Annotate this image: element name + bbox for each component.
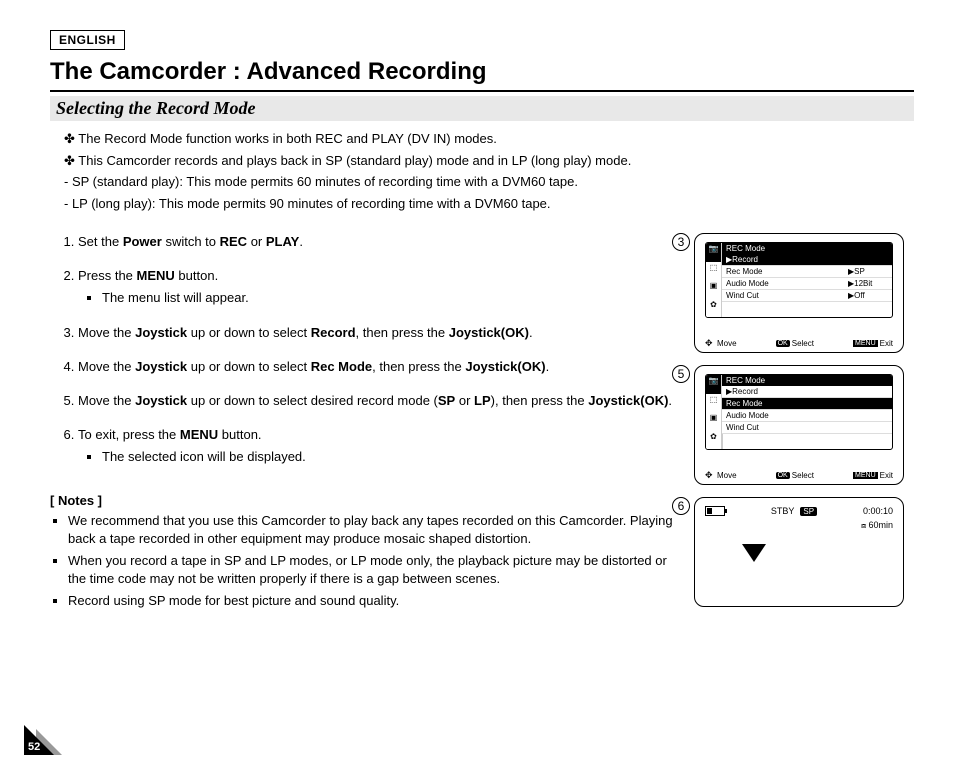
- section-subtitle: Selecting the Record Mode: [50, 96, 914, 121]
- tape-icon: ⬚: [706, 262, 721, 281]
- option-column: ✓SP LP: [722, 434, 762, 450]
- menu-row-record: ▶Record: [722, 386, 892, 398]
- menu-key-icon: MENU: [853, 472, 878, 479]
- note-3: Record using SP mode for best picture an…: [68, 592, 684, 610]
- panel-number-6: 6: [672, 497, 690, 515]
- menu-row-audio: Audio Mode▶12Bit: [722, 278, 892, 290]
- note-2: When you record a tape in SP and LP mode…: [68, 552, 684, 588]
- intro-bullet-2: This Camcorder records and plays back in…: [78, 153, 631, 168]
- step-3: Move the Joystick up or down to select R…: [78, 324, 684, 342]
- notes-list: We recommend that you use this Camcorder…: [50, 512, 684, 611]
- display-icon: ▣: [706, 280, 721, 299]
- menu-header: REC Mode: [722, 243, 892, 254]
- menu-icon-column: 📷 ⬚ ▣ ✿: [706, 375, 722, 449]
- note-1: We recommend that you use this Camcorder…: [68, 512, 684, 548]
- step-5: Move the Joystick up or down to select d…: [78, 392, 684, 410]
- menu-key-icon: MENU: [853, 340, 878, 347]
- language-tag: ENGLISH: [50, 30, 125, 50]
- step-2-sub: The menu list will appear.: [102, 289, 684, 307]
- steps-column: Set the Power switch to REC or PLAY. Pre…: [50, 233, 684, 619]
- step-2: Press the MENU button. The menu list wil…: [78, 267, 684, 307]
- manual-page: ENGLISH The Camcorder : Advanced Recordi…: [0, 0, 954, 779]
- page-title: The Camcorder : Advanced Recording: [50, 58, 914, 92]
- lcd-screen-6: STBY SP 0:00:10 ⧈ 60min: [694, 497, 904, 607]
- notes-heading: [ Notes ]: [50, 493, 684, 508]
- screen-footer: Move OK Select MENU Exit: [705, 467, 893, 480]
- step-6-sub: The selected icon will be displayed.: [102, 448, 684, 466]
- intro-dash-1: - SP (standard play): This mode permits …: [64, 172, 914, 192]
- menu-row-audio: Audio Mode: [722, 410, 892, 422]
- menu-icon-column: 📷 ⬚ ▣ ✿: [706, 243, 722, 317]
- ok-key-icon: OK: [776, 472, 790, 479]
- play-down-icon: [742, 544, 766, 562]
- intro-block: ✤ The Record Mode function works in both…: [64, 129, 914, 213]
- intro-dash-2: - LP (long play): This mode permits 90 m…: [64, 194, 914, 214]
- settings-icon: ✿: [706, 431, 721, 450]
- menu-row-wind: Wind Cut▶Off: [722, 290, 892, 302]
- joystick-icon: [705, 472, 715, 480]
- step-1: Set the Power switch to REC or PLAY.: [78, 233, 684, 251]
- lcd-screen-5: 📷 ⬚ ▣ ✿ REC Mode ▶Record Rec Mode Audio …: [694, 365, 904, 485]
- menu-row-record: ▶Record: [722, 254, 892, 266]
- joystick-icon: [705, 340, 715, 348]
- camera-icon: 📷: [706, 243, 721, 262]
- camera-icon: 📷: [706, 375, 721, 394]
- intro-bullet-1: The Record Mode function works in both R…: [78, 131, 497, 146]
- settings-icon: ✿: [706, 299, 721, 318]
- stby-label: STBY: [771, 506, 795, 516]
- menu-row-wind: Wind Cut: [722, 422, 892, 434]
- menu-row-recmode: Rec Mode▶SP: [722, 266, 892, 278]
- page-number-badge: 52: [24, 719, 68, 755]
- sp-badge: SP: [800, 507, 817, 516]
- lcd-screen-3: 📷 ⬚ ▣ ✿ REC Mode ▶Record Rec Mode▶SP Aud…: [694, 233, 904, 353]
- panel-number-5: 5: [672, 365, 690, 383]
- menu-row-recmode-selected: Rec Mode: [722, 398, 892, 410]
- display-icon: ▣: [706, 412, 721, 431]
- page-number: 52: [28, 741, 40, 753]
- panel-number-3: 3: [672, 233, 690, 251]
- tape-icon: ⬚: [706, 394, 721, 413]
- screen-footer: Move OK Select MENU Exit: [705, 335, 893, 348]
- step-4: Move the Joystick up or down to select R…: [78, 358, 684, 376]
- menu-header: REC Mode: [722, 375, 892, 386]
- remaining-time: 60min: [868, 520, 893, 530]
- battery-icon: [705, 506, 725, 516]
- timecode: 0:00:10: [863, 506, 893, 516]
- step-6: To exit, press the MENU button. The sele…: [78, 426, 684, 466]
- ok-key-icon: OK: [776, 340, 790, 347]
- screens-column: 3 📷 ⬚ ▣ ✿ REC Mode ▶Record Rec Mode▶SP: [694, 233, 914, 619]
